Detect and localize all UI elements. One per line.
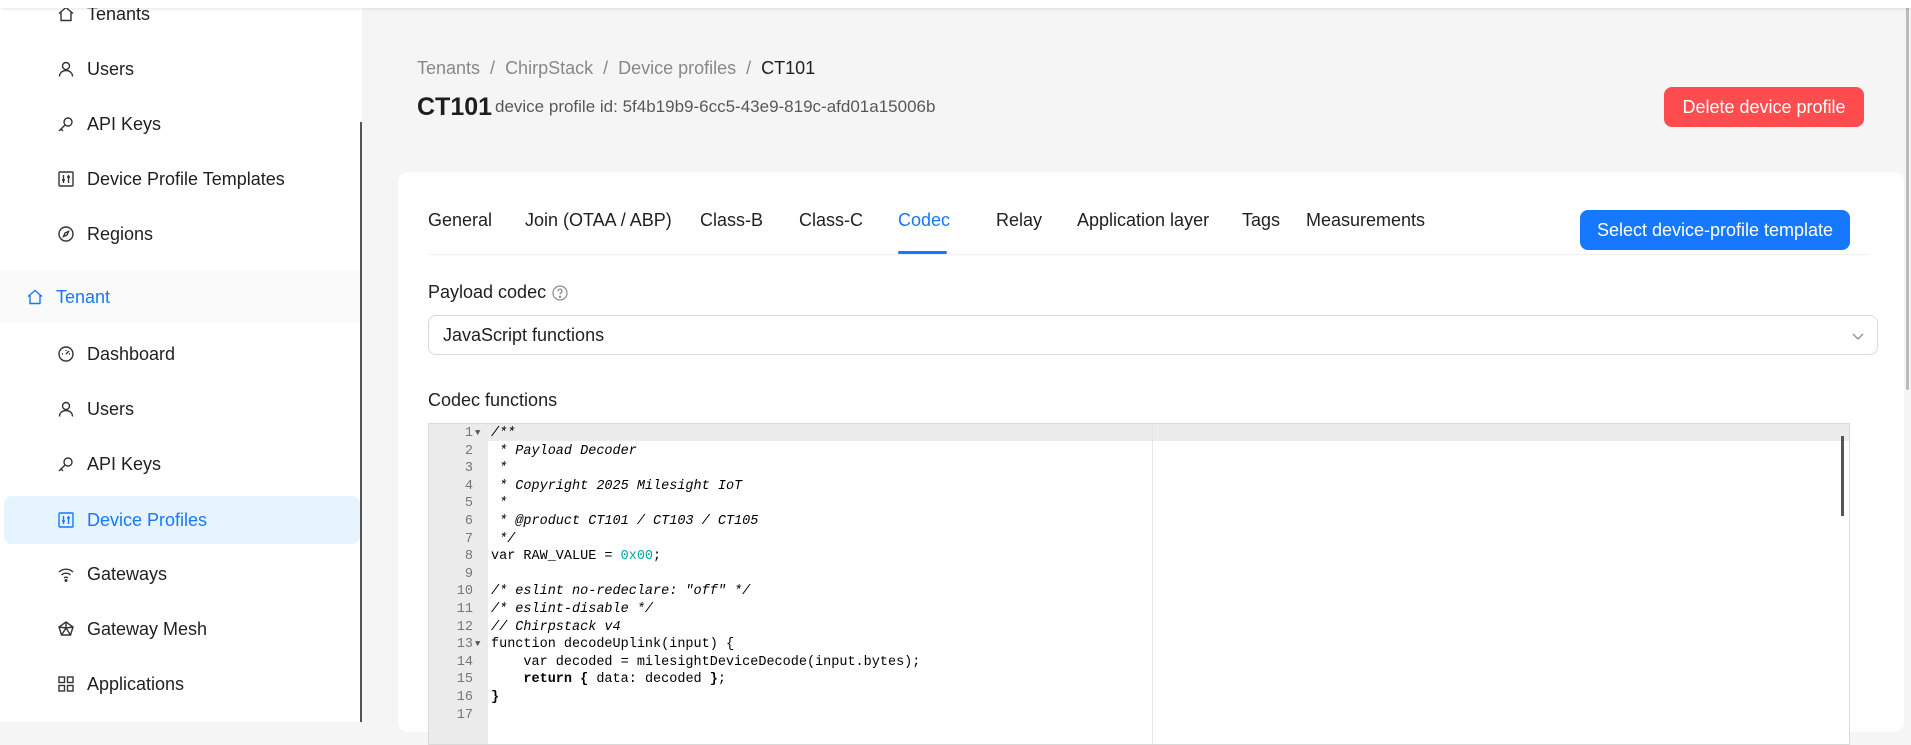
device-profile-card: General Join (OTAA / ABP) Class-B Class-… bbox=[398, 172, 1904, 745]
code-line: 13 ▼ function decodeUplink(input) { bbox=[456, 636, 735, 654]
code-line: 3 * bbox=[464, 461, 508, 477]
tab-application-layer[interactable]: Application layer bbox=[1077, 210, 1209, 231]
select-device-profile-template-button[interactable]: Select device-profile template bbox=[1580, 210, 1850, 250]
breadcrumb: Tenants / ChirpStack / Device profiles / CT101 bbox=[417, 58, 815, 79]
sidebar-item-label: Device Profiles bbox=[87, 509, 208, 530]
compass-icon bbox=[57, 225, 75, 243]
code-line: 10/* eslint no-redeclare: "off" */ bbox=[456, 584, 751, 600]
sidebar-item-gateway-mesh[interactable]: Gateway Mesh bbox=[0, 606, 360, 652]
tab-relay[interactable]: Relay bbox=[996, 210, 1042, 231]
payload-codec-label-text: Payload codec bbox=[428, 282, 547, 302]
device-profile-id: device profile id: 5f4b19b9-6cc5-43e9-81… bbox=[495, 97, 936, 116]
tab-tags[interactable]: Tags bbox=[1242, 210, 1280, 231]
code-line: 5 * bbox=[464, 496, 508, 512]
payload-codec-value: JavaScript functions bbox=[443, 324, 605, 345]
chevron-down-icon bbox=[1851, 327, 1865, 341]
sidebar-item-label: Device Profile Templates bbox=[87, 168, 285, 189]
sliders-icon bbox=[57, 170, 75, 188]
code-editor[interactable]: 1 ▼/** 2 * Payload Decoder 3 * 4 * Copyri… bbox=[428, 423, 1850, 745]
sidebar-item-tenant-users[interactable]: Users bbox=[0, 386, 360, 432]
home-icon bbox=[26, 288, 44, 306]
code-line: 8 var RAW_VALUE = 0x00; bbox=[464, 549, 662, 565]
code-line: 12// Chirpstack v4 bbox=[456, 619, 621, 635]
sidebar-item-label: Gateways bbox=[87, 563, 168, 584]
wifi-icon bbox=[57, 565, 75, 583]
payload-codec-select[interactable]: JavaScript functions bbox=[428, 315, 1878, 355]
tab-class-b[interactable]: Class-B bbox=[700, 210, 763, 231]
sidebar-group-label: Tenant bbox=[56, 286, 111, 307]
tab-measurements[interactable]: Measurements bbox=[1306, 210, 1425, 231]
sliders-icon bbox=[57, 511, 75, 529]
fold-arrow-icon[interactable]: ▼ bbox=[475, 636, 485, 654]
code-line: 2 * Payload Decoder bbox=[464, 443, 637, 459]
apps-icon bbox=[57, 675, 75, 693]
tab-codec[interactable]: Codec bbox=[898, 210, 950, 231]
sidebar-group-tenant[interactable]: Tenant bbox=[0, 271, 360, 323]
sidebar-item-api-keys[interactable]: API Keys bbox=[0, 101, 360, 147]
tab-class-c[interactable]: Class-C bbox=[799, 210, 863, 231]
sidebar-item-tenant-api-keys[interactable]: API Keys bbox=[0, 441, 360, 487]
code-line: 16} bbox=[456, 689, 500, 705]
sidebar-item-dashboard[interactable]: Dashboard bbox=[0, 331, 360, 377]
fold-arrow-icon[interactable]: ▼ bbox=[475, 425, 485, 443]
sidebar-item-device-profiles[interactable]: Device Profiles bbox=[4, 496, 360, 544]
payload-codec-label: Payload codec bbox=[428, 282, 568, 303]
breadcrumb-separator: / bbox=[490, 58, 496, 78]
active-tab-indicator bbox=[898, 251, 947, 254]
main-content: Tenants / ChirpStack / Device profiles / CT101… bbox=[362, 0, 1911, 745]
breadcrumb-tenants[interactable]: Tenants bbox=[417, 58, 480, 78]
code-line: 7 */ bbox=[464, 531, 516, 547]
tab-join[interactable]: Join (OTAA / ABP) bbox=[525, 210, 672, 231]
dashboard-icon bbox=[57, 345, 75, 363]
code-line: 1 ▼/** bbox=[464, 425, 516, 443]
sidebar-item-label: Applications bbox=[87, 673, 185, 694]
top-bar bbox=[0, 0, 1911, 8]
code-line: 15 return { data: decoded }; bbox=[456, 672, 726, 688]
tab-general[interactable]: General bbox=[428, 210, 492, 231]
sidebar-item-applications[interactable]: Applications bbox=[0, 661, 360, 707]
sidebar-item-label: Users bbox=[87, 58, 135, 79]
code-line: 11/* eslint-disable */ bbox=[456, 601, 654, 617]
code-line: 14 var decoded = milesightDeviceDecode(i… bbox=[456, 654, 921, 670]
code-line: 6 * @product CT101 / CT103 / CT105 bbox=[464, 513, 759, 529]
key-icon bbox=[57, 455, 75, 473]
sidebar-item-gateways[interactable]: Gateways bbox=[0, 551, 360, 597]
user-icon bbox=[57, 400, 75, 418]
sidebar-item-label: Gateway Mesh bbox=[87, 618, 208, 639]
sidebar-item-label: Users bbox=[87, 398, 135, 419]
delete-device-profile-button[interactable]: Delete device profile bbox=[1664, 87, 1864, 127]
editor-scrollbar[interactable] bbox=[1841, 436, 1844, 516]
code-line: 17 bbox=[456, 707, 473, 723]
codec-functions-label: Codec functions bbox=[428, 390, 558, 410]
mesh-icon bbox=[57, 620, 75, 638]
sidebar-item-label: API Keys bbox=[87, 453, 162, 474]
breadcrumb-device-profiles[interactable]: Device profiles bbox=[618, 58, 736, 78]
sidebar-item-regions[interactable]: Regions bbox=[0, 211, 360, 257]
page-scrollbar[interactable] bbox=[1906, 0, 1909, 390]
sidebar-item-label: API Keys bbox=[87, 113, 162, 134]
breadcrumb-separator: / bbox=[746, 58, 752, 78]
code-line: 4 * Copyright 2025 Milesight IoT bbox=[464, 478, 743, 494]
sidebar-item-label: Regions bbox=[87, 223, 154, 244]
question-circle-icon[interactable] bbox=[552, 284, 568, 301]
breadcrumb-separator: / bbox=[603, 58, 609, 78]
key-icon bbox=[57, 115, 75, 133]
sidebar-item-label: Dashboard bbox=[87, 343, 176, 364]
sidebar-item-device-profile-templates[interactable]: Device Profile Templates bbox=[0, 156, 360, 202]
breadcrumb-chirpstack[interactable]: ChirpStack bbox=[505, 58, 593, 78]
breadcrumb-current: CT101 bbox=[761, 58, 816, 78]
sidebar: Tenants Users API Keys Device Profile Te… bbox=[0, 0, 362, 722]
page-title: CT101 bbox=[417, 93, 493, 121]
user-icon bbox=[57, 60, 75, 78]
code-lines: 1 ▼/** 2 * Payload Decoder 3 * 4 * Copyri… bbox=[429, 425, 1849, 724]
code-line: 9 bbox=[464, 566, 473, 582]
sidebar-item-users[interactable]: Users bbox=[0, 46, 360, 92]
